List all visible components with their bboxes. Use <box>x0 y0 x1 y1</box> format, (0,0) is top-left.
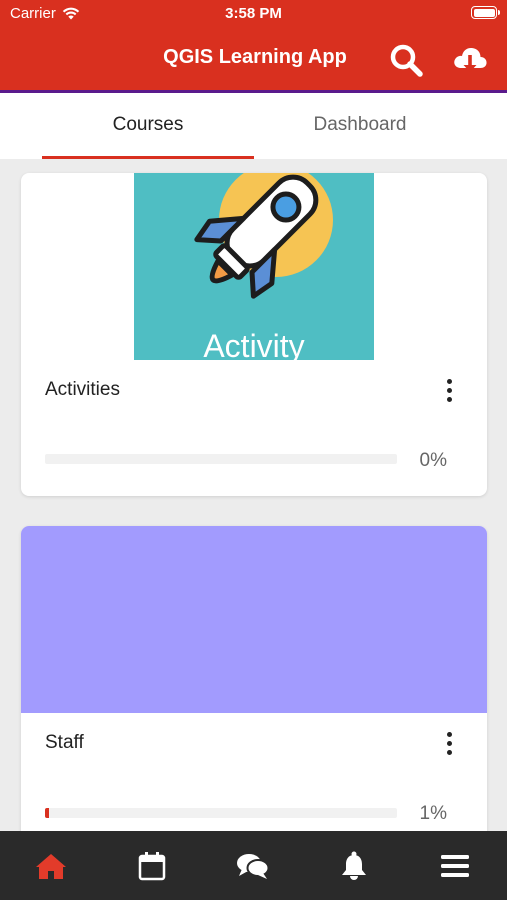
nav-notifications[interactable] <box>303 831 404 900</box>
calendar-icon <box>138 851 165 880</box>
course-title: Staff <box>45 732 84 753</box>
home-icon <box>35 853 66 879</box>
app-header: QGIS Learning App <box>0 28 507 90</box>
page-title: QGIS Learning App <box>163 46 347 68</box>
bell-icon <box>341 851 366 880</box>
course-progress-label: 0% <box>419 450 447 471</box>
nav-menu[interactable] <box>404 831 505 900</box>
course-card-staff[interactable]: Staff 1% <box>21 526 487 846</box>
more-options-icon[interactable] <box>443 732 455 758</box>
rocket-illustration: Activity <box>134 173 374 364</box>
bottom-navigation <box>0 831 507 900</box>
course-progress-bar <box>45 454 397 464</box>
tab-dashboard[interactable]: Dashboard <box>254 93 466 159</box>
search-icon <box>390 44 423 77</box>
status-bar: Carrier 3:58 PM <box>0 0 507 28</box>
tab-bar: Courses Dashboard <box>0 93 507 159</box>
course-progress-bar <box>45 808 397 818</box>
chat-icon <box>236 853 269 879</box>
download-button[interactable] <box>451 42 487 78</box>
course-card-activities[interactable]: Activity Activities 0% <box>21 173 487 496</box>
nav-messages[interactable] <box>202 831 303 900</box>
course-progress-label: 1% <box>419 803 447 824</box>
course-banner-staff <box>21 526 487 713</box>
course-title: Activities <box>45 379 120 400</box>
search-button[interactable] <box>388 42 424 78</box>
status-time: 3:58 PM <box>225 5 282 22</box>
cloud-download-icon <box>454 47 487 72</box>
banner-text: Activity <box>203 328 304 360</box>
battery-icon <box>471 6 500 19</box>
tab-courses[interactable]: Courses <box>42 93 254 159</box>
active-tab-indicator <box>42 156 254 159</box>
nav-home[interactable] <box>0 831 101 900</box>
menu-icon <box>440 854 469 877</box>
course-banner-activity: Activity <box>134 173 374 364</box>
more-options-icon[interactable] <box>443 379 455 405</box>
nav-calendar[interactable] <box>101 831 202 900</box>
